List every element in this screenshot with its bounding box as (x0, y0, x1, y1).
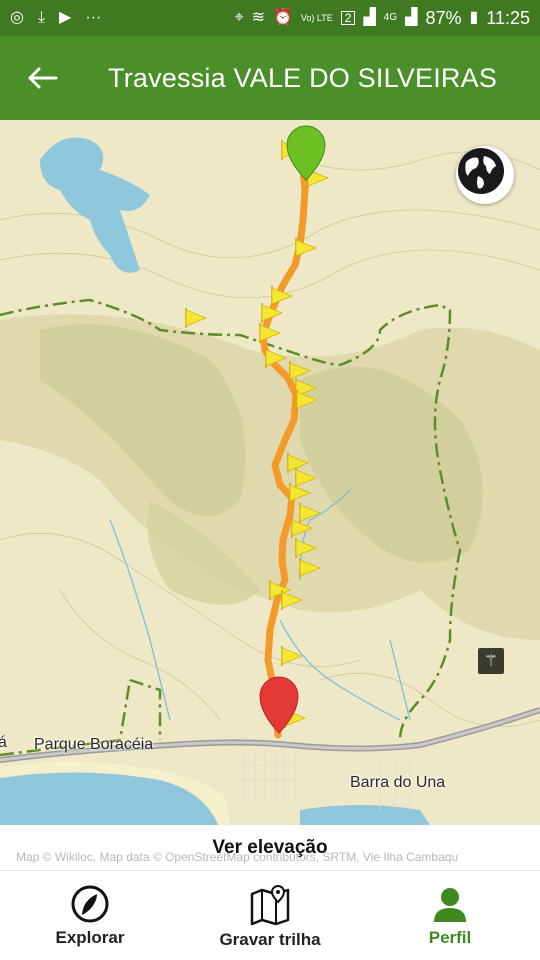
chrome-icon: ◎ (10, 9, 24, 26)
explore-icon (71, 885, 109, 922)
nav-gravar-trilha[interactable]: Gravar trilha (180, 871, 360, 960)
youtube-icon: ▶ (59, 9, 72, 26)
sim-2-icon: 2 (340, 11, 356, 25)
elevation-toggle[interactable]: Map © Wikiloc, Map data © OpenStreetMap … (0, 825, 540, 870)
battery-percent: 87% (425, 7, 462, 28)
app-bar: Travessia VALE DO SILVEIRAS (0, 36, 540, 120)
map-canvas (0, 120, 540, 825)
4g-icon: 4G (383, 12, 398, 23)
signal-icon: ▟ (363, 9, 376, 26)
status-bar: ◎ ⤓ ▶ ··· ⌖ ≋ ⏰ Vo) LTE 2 ▟ 4G ▟ 87% ▮ 1… (0, 0, 540, 36)
battery-icon: ▮ (469, 9, 479, 26)
nav-perfil[interactable]: Perfil (360, 871, 540, 960)
nav-perfil-label: Perfil (428, 927, 472, 947)
location-icon: ⌖ (234, 9, 244, 26)
vibrate-icon: ≋ (251, 9, 265, 26)
nav-explorar-label: Explorar (55, 927, 125, 947)
download-icon: ⤓ (37, 9, 46, 26)
map-label-barra-do-una: Barra do Una (350, 774, 446, 791)
globe-icon (458, 148, 504, 194)
trail-map[interactable]: ⚚ á Parque Boracéia Barra do Una (0, 120, 540, 825)
signal-icon: ▟ (405, 9, 418, 26)
clock: 11:25 (486, 7, 530, 28)
nav-explorar[interactable]: Explorar (0, 871, 180, 960)
alarm-icon: ⏰ (273, 9, 293, 26)
bottom-navigation: Explorar Gravar trilha Perfil (0, 870, 540, 960)
more-dots-icon: ··· (85, 9, 102, 26)
elevation-label: Ver elevação (212, 836, 328, 858)
nav-gravar-trilha-label: Gravar trilha (219, 929, 321, 949)
back-arrow-icon (28, 67, 58, 89)
record-trail-icon (250, 884, 290, 925)
page-title: Travessia VALE DO SILVEIRAS (108, 62, 498, 93)
globe-layer-button[interactable] (456, 146, 514, 204)
back-button[interactable] (0, 36, 84, 120)
volte-icon: Vo) LTE (300, 12, 333, 23)
map-label-parque-boraceia: Parque Boracéia (34, 736, 154, 753)
map-label-edge: á (0, 734, 7, 751)
profile-icon (434, 887, 466, 922)
poi-icon[interactable]: ⚚ (478, 648, 504, 674)
